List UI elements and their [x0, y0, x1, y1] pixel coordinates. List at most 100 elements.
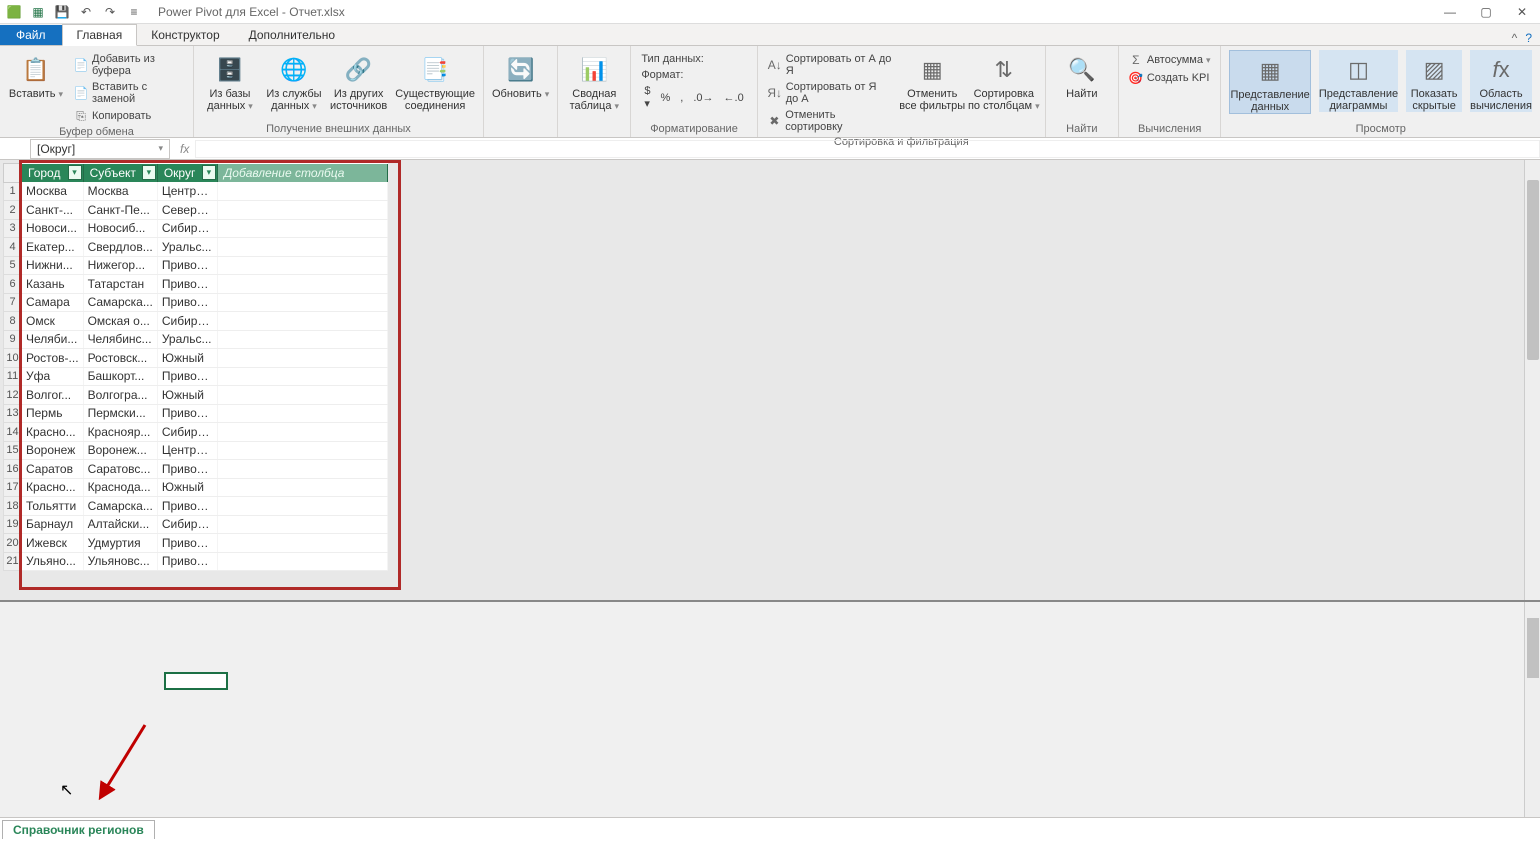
cell-city[interactable]: Омск	[22, 312, 84, 331]
close-button[interactable]: ✕	[1504, 0, 1540, 24]
cell-city[interactable]: Москва	[22, 182, 84, 201]
cell-subject[interactable]: Башкорт...	[83, 367, 157, 386]
cell-city[interactable]: Уфа	[22, 367, 84, 386]
cell-district[interactable]: Сибирс...	[157, 219, 217, 238]
cell-add[interactable]	[217, 460, 387, 479]
cell-city[interactable]: Ростов-...	[22, 349, 84, 368]
row-number[interactable]: 18	[4, 497, 22, 516]
table-row[interactable]: 8ОмскОмская о...Сибирс...	[4, 312, 388, 331]
table-row[interactable]: 2Санкт-...Санкт-Пе...Северо...	[4, 201, 388, 220]
cell-city[interactable]: Ижевск	[22, 534, 84, 553]
cell-subject[interactable]: Краснода...	[83, 478, 157, 497]
cell-city[interactable]: Новоси...	[22, 219, 84, 238]
cell-district[interactable]: Сибирс...	[157, 423, 217, 442]
cell-district[interactable]: Привол...	[157, 404, 217, 423]
cell-district[interactable]: Сибирс...	[157, 312, 217, 331]
cell-district[interactable]: Уральс...	[157, 238, 217, 257]
cell-district[interactable]: Центра...	[157, 441, 217, 460]
row-number[interactable]: 8	[4, 312, 22, 331]
cell-subject[interactable]: Свердлов...	[83, 238, 157, 257]
paste-from-buffer[interactable]: 📄Добавить из буфера	[72, 52, 185, 78]
sheet-tab-regions[interactable]: Справочник регионов	[2, 820, 155, 839]
row-number[interactable]: 21	[4, 552, 22, 571]
from-other-button[interactable]: 🔗Из других источников	[330, 50, 387, 112]
cell-city[interactable]: Ульяно...	[22, 552, 84, 571]
collapse-ribbon-icon[interactable]: ^	[1512, 31, 1518, 45]
row-number[interactable]: 5	[4, 256, 22, 275]
cell-city[interactable]: Самара	[22, 293, 84, 312]
maximize-button[interactable]: ▢	[1468, 0, 1504, 24]
create-kpi-button[interactable]: 🎯Создать KPI	[1127, 70, 1213, 86]
cell-subject[interactable]: Удмуртия	[83, 534, 157, 553]
help-icon[interactable]: ?	[1525, 31, 1532, 45]
cell-subject[interactable]: Краснояр...	[83, 423, 157, 442]
cell-city[interactable]: Екатер...	[22, 238, 84, 257]
refresh-button[interactable]: 🔄Обновить	[492, 50, 549, 100]
cell-subject[interactable]: Алтайски...	[83, 515, 157, 534]
filter-city-icon[interactable]: ▾	[68, 165, 82, 180]
cell-district[interactable]: Привол...	[157, 497, 217, 516]
diagram-view-button[interactable]: ◫Представление диаграммы	[1319, 50, 1398, 112]
cell-district[interactable]: Привол...	[157, 367, 217, 386]
row-number[interactable]: 12	[4, 386, 22, 405]
cell-subject[interactable]: Новосиб...	[83, 219, 157, 238]
row-number[interactable]: 16	[4, 460, 22, 479]
data-table[interactable]: Город▾ Субъект▾ Округ▾ Добавление столбц…	[3, 163, 388, 571]
cell-city[interactable]: Санкт-...	[22, 201, 84, 220]
cell-subject[interactable]: Омская о...	[83, 312, 157, 331]
table-row[interactable]: 9Челяби...Челябинс...Уральс...	[4, 330, 388, 349]
add-column[interactable]: Добавление столбца	[217, 164, 387, 183]
paste-button[interactable]: 📋 Вставить	[8, 50, 64, 100]
sort-za[interactable]: Я↓Сортировать от Я до А	[766, 80, 894, 106]
formula-input[interactable]	[195, 140, 1540, 158]
tab-home[interactable]: Главная	[62, 24, 138, 46]
row-number[interactable]: 10	[4, 349, 22, 368]
tab-advanced[interactable]: Дополнительно	[235, 25, 350, 45]
measure-grid[interactable]	[0, 602, 1540, 817]
cell-add[interactable]	[217, 478, 387, 497]
cell-subject[interactable]: Самарска...	[83, 293, 157, 312]
dec-decimal-button[interactable]: ←.0	[721, 92, 747, 104]
table-row[interactable]: 14Красно...Краснояр...Сибирс...	[4, 423, 388, 442]
row-number[interactable]: 6	[4, 275, 22, 294]
cell-add[interactable]	[217, 349, 387, 368]
cell-city[interactable]: Красно...	[22, 478, 84, 497]
row-number[interactable]: 2	[4, 201, 22, 220]
cell-add[interactable]	[217, 423, 387, 442]
cell-add[interactable]	[217, 441, 387, 460]
cell-subject[interactable]: Москва	[83, 182, 157, 201]
tab-design[interactable]: Конструктор	[137, 25, 234, 45]
cell-city[interactable]: Казань	[22, 275, 84, 294]
scroll-thumb[interactable]	[1527, 180, 1539, 360]
row-number[interactable]: 15	[4, 441, 22, 460]
percent-button[interactable]: %	[657, 92, 673, 104]
clear-sort[interactable]: ✖Отменить сортировку	[766, 108, 894, 134]
format-dropdown[interactable]: Формат:	[639, 68, 748, 82]
redo-icon[interactable]: ↷	[100, 2, 120, 22]
cell-district[interactable]: Привол...	[157, 460, 217, 479]
cell-city[interactable]: Нижни...	[22, 256, 84, 275]
calc-area-button[interactable]: fxОбласть вычисления	[1470, 50, 1532, 112]
cell-city[interactable]: Красно...	[22, 423, 84, 442]
cell-district[interactable]: Уральс...	[157, 330, 217, 349]
cell-subject[interactable]: Нижегор...	[83, 256, 157, 275]
cell-add[interactable]	[217, 330, 387, 349]
cell-district[interactable]: Привол...	[157, 275, 217, 294]
copy-button[interactable]: ⎘Копировать	[72, 108, 185, 124]
cell-city[interactable]: Челяби...	[22, 330, 84, 349]
row-number[interactable]: 1	[4, 182, 22, 201]
cell-city[interactable]: Барнаул	[22, 515, 84, 534]
row-number[interactable]: 11	[4, 367, 22, 386]
cell-add[interactable]	[217, 515, 387, 534]
find-button[interactable]: 🔍Найти	[1054, 50, 1110, 100]
cell-subject[interactable]: Воронеж...	[83, 441, 157, 460]
table-row[interactable]: 17Красно...Краснода...Южный	[4, 478, 388, 497]
cell-city[interactable]: Саратов	[22, 460, 84, 479]
show-hidden-button[interactable]: ▨Показать скрытые	[1406, 50, 1462, 112]
name-box[interactable]: [Округ]▾	[30, 139, 170, 159]
cell-city[interactable]: Тольятти	[22, 497, 84, 516]
cell-add[interactable]	[217, 293, 387, 312]
cell-subject[interactable]: Челябинс...	[83, 330, 157, 349]
sort-by-column-button[interactable]: ⇅Сортировка по столбцам	[971, 50, 1037, 112]
cell-district[interactable]: Привол...	[157, 256, 217, 275]
